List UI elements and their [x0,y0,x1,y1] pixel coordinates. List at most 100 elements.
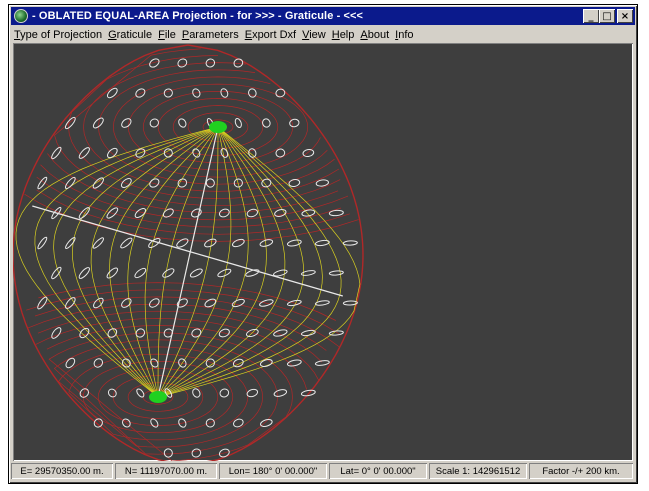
tissot-ellipse [192,148,201,158]
parallel-line [46,325,308,390]
map-canvas[interactable] [13,43,633,461]
tissot-ellipse [191,328,202,338]
tissot-ellipse [78,267,90,279]
tissot-ellipse [121,358,131,368]
tissot-ellipse [149,178,160,188]
tissot-ellipse [205,418,215,428]
tissot-ellipse [234,118,242,128]
menu-type-of-projection[interactable]: Type of Projection [11,29,105,41]
tissot-ellipse [288,178,301,188]
tissot-ellipse [135,88,146,98]
tissot-ellipse [37,296,48,310]
tissot-ellipse [190,208,202,218]
tissot-ellipse [204,298,217,308]
tissot-ellipse [134,267,147,279]
tissot-ellipse [273,329,288,337]
meridian-line [109,126,219,398]
north-pole-marker [209,121,227,133]
meridian-line [157,126,304,398]
tissot-ellipse [136,388,145,398]
tissot-ellipse [220,88,229,98]
maximize-button[interactable]: □ [599,9,615,23]
status-easting: E= 29570350.00 m. [11,463,113,479]
tissot-ellipse [275,148,286,158]
tissot-ellipse [275,88,286,98]
tissot-ellipse [219,388,230,398]
close-button[interactable]: × [617,9,633,23]
menu-parameters[interactable]: Parameters [179,29,242,41]
globe-icon[interactable] [14,9,28,23]
menu-bar: Type of Projection Graticule File Parame… [11,26,635,43]
status-scale: Scale 1: 142961512 [429,463,527,479]
tissot-ellipse [248,88,257,98]
tissot-ellipse [93,418,103,428]
tissot-ellipse [314,360,330,366]
meridian-line [72,126,219,398]
status-longitude: Lon= 180° 0' 00.000" [219,463,327,479]
minimize-button[interactable]: _ [583,9,599,23]
tissot-ellipse [259,359,273,367]
tissot-ellipse [176,238,189,248]
tissot-ellipse [51,327,62,339]
tissot-ellipse [177,58,188,68]
menu-file[interactable]: File [155,29,179,41]
menu-about[interactable]: About [357,29,392,41]
tissot-ellipse [231,238,245,248]
tissot-ellipse [163,448,173,458]
projection-graticule [13,44,364,461]
tissot-ellipse [106,87,118,99]
status-latitude: Lat= 0° 0' 00.000" [329,463,427,479]
tissot-ellipse [189,268,203,278]
menu-graticule[interactable]: Graticule [105,29,155,41]
tissot-ellipse [220,148,229,158]
tissot-ellipse [162,268,175,278]
tissot-ellipse [64,176,76,190]
tissot-ellipse [246,208,258,218]
menu-view[interactable]: View [299,29,329,41]
status-northing: N= 11197070.00 m. [115,463,217,479]
tissot-ellipse [120,237,133,249]
tissot-ellipse [79,388,90,398]
parallel-line [36,176,342,228]
tissot-ellipse [79,327,90,339]
tissot-ellipse [78,147,90,159]
tissot-ellipse [342,240,358,246]
tissot-ellipse [178,118,187,128]
status-bar: E= 29570350.00 m. N= 11197070.00 m. Lon=… [11,463,635,481]
tissot-ellipse [328,270,344,276]
window-controls: _ □ × [583,9,633,23]
tissot-ellipse [300,329,316,337]
tissot-ellipse [51,146,62,160]
status-factor: Factor -/+ 200 km. [529,463,633,479]
tissot-ellipse [204,238,217,248]
tissot-ellipse [37,236,48,250]
tissot-ellipse [328,330,344,336]
tissot-ellipse [106,207,119,219]
menu-help[interactable]: Help [329,29,358,41]
tissot-ellipse [65,357,76,369]
parallels-group [13,44,364,461]
menu-export-dxf[interactable]: Export Dxf [242,29,299,41]
meridian-line [157,126,249,398]
tissot-ellipse [65,236,76,250]
tissot-ellipse [163,88,173,98]
tissot-ellipse [302,149,315,157]
tissot-ellipse [191,448,202,458]
tissot-ellipse [314,239,330,247]
tissot-ellipse [273,389,288,397]
tissot-ellipse [260,419,273,427]
tissot-ellipse [177,178,188,188]
tissot-ellipse [134,208,147,218]
tissot-ellipse [121,118,132,128]
menu-info[interactable]: Info [392,29,416,41]
title-bar[interactable]: - OBLATED EQUAL-AREA Projection - for >>… [11,7,635,25]
parallel-line [34,296,340,348]
tissot-ellipse [289,118,300,128]
tissot-ellipse [231,298,245,308]
tissot-ellipse [150,418,159,428]
tissot-ellipse [106,267,119,279]
south-pole-marker [149,391,167,403]
meridian-line [127,126,219,398]
tissot-ellipse [149,58,160,68]
tissot-ellipse [149,298,160,308]
